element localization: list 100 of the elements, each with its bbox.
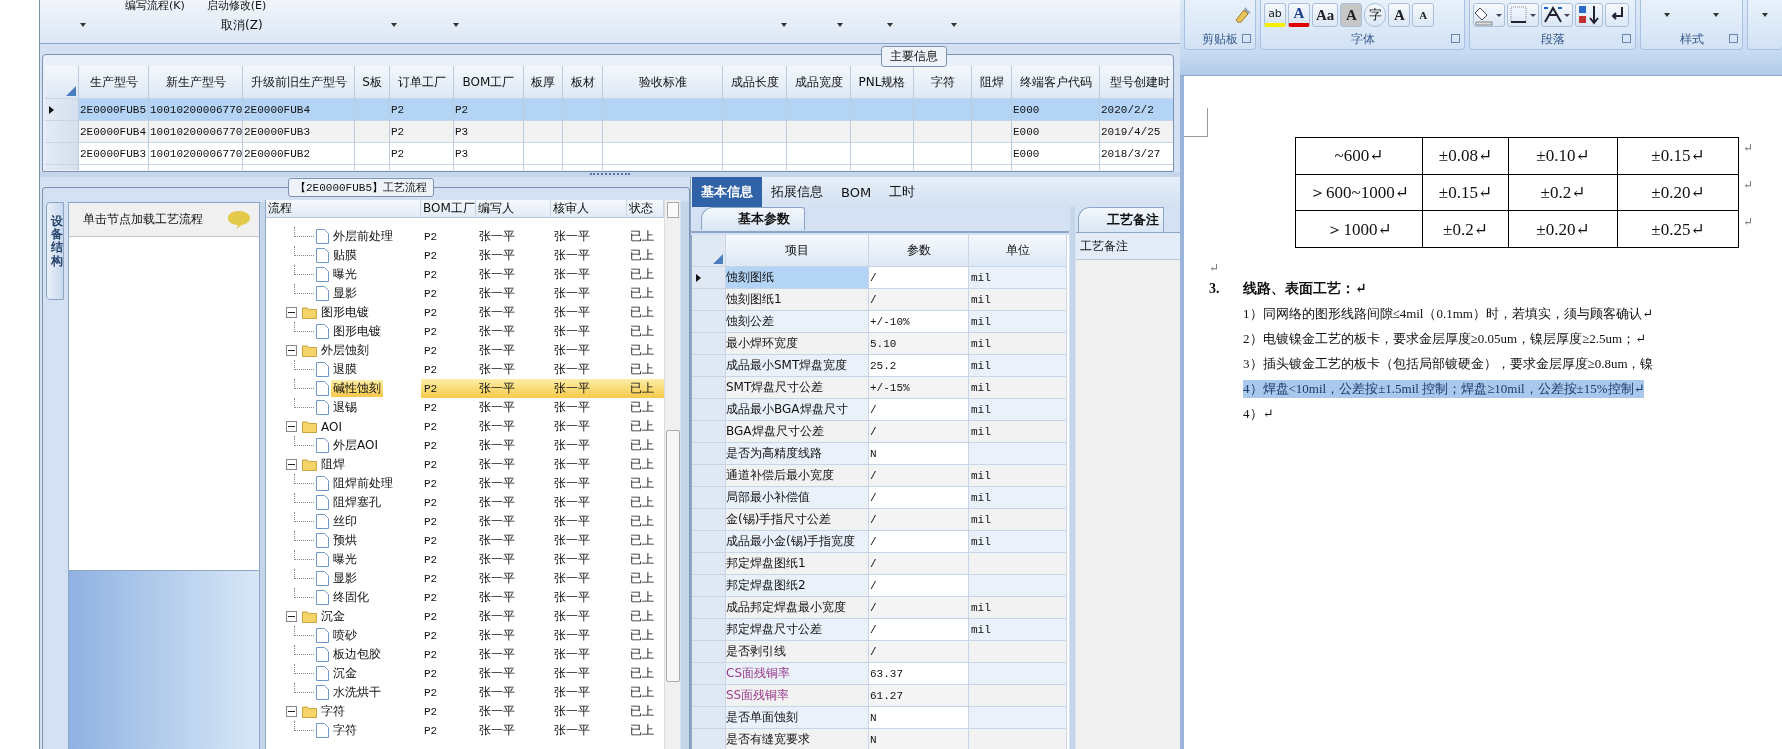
table-row[interactable]: 邦定焊盘图纸2 / xyxy=(692,575,1069,597)
column-header[interactable]: PNL规格 xyxy=(851,66,914,99)
caret-icon[interactable] xyxy=(1664,13,1671,17)
tab[interactable]: 拓展信息 xyxy=(762,177,832,207)
caret-icon[interactable] xyxy=(80,23,86,27)
table-row[interactable]: 邦定焊盘尺寸公差 / mil xyxy=(692,619,1069,641)
collapse-toggle[interactable] xyxy=(286,706,297,717)
panel-tab[interactable]: 基本参数 xyxy=(701,207,805,230)
tree-row[interactable]: 图形电镀 P2 张一平 张一平 已上 xyxy=(266,322,664,341)
table-row[interactable]: 蚀刻图纸1 / mil xyxy=(692,289,1069,311)
tree-row[interactable]: 板边包胶 P2 张一平 张一平 已上 xyxy=(266,645,664,664)
menu-item[interactable]: 启动修改(E) xyxy=(206,0,267,14)
column-header[interactable]: 流程 xyxy=(266,200,421,217)
table-row[interactable]: 邦定焊盘图纸1 / xyxy=(692,553,1069,575)
tree-row[interactable]: 退锡 P2 张一平 张一平 已上 xyxy=(266,398,664,417)
caret-icon[interactable] xyxy=(836,23,843,27)
table-row[interactable]: 是否为高精度线路 N xyxy=(692,443,1069,465)
column-header[interactable]: 型号创建时 xyxy=(1100,66,1173,99)
dialog-launcher-icon[interactable] xyxy=(1451,34,1460,43)
paragraph-mark-icon[interactable] xyxy=(1605,3,1629,27)
caret-icon[interactable] xyxy=(452,23,459,27)
collapse-toggle[interactable] xyxy=(286,421,297,432)
tree-row[interactable]: 外层蚀刻 P2 张一平 张一平 已上 xyxy=(266,341,664,360)
font-button[interactable]: A xyxy=(1340,3,1363,27)
tree-row[interactable]: 退膜 P2 张一平 张一平 已上 xyxy=(266,360,664,379)
table-row[interactable]: 2E0000FUB3 100102000067702E0000FUB2 P2 P3 E000 2018/3/27 xyxy=(45,143,1173,165)
caret-icon[interactable] xyxy=(950,23,957,27)
tree-row[interactable]: 水洗烘干 P2 张一平 张一平 已上 xyxy=(266,683,664,702)
tab[interactable]: 工时 xyxy=(880,177,925,207)
tree-row[interactable]: 字符 P2 张一平 张一平 已上 xyxy=(266,721,664,740)
column-header[interactable]: 单位 xyxy=(969,235,1067,267)
table-row[interactable]: 蚀刻公差 +/-10% mil xyxy=(692,311,1069,333)
font-button[interactable]: A xyxy=(1288,3,1310,27)
table-row[interactable]: 是否单面蚀刻 N xyxy=(692,707,1069,729)
tree-row[interactable]: 阻焊前处理 P2 张一平 张一平 已上 xyxy=(266,474,664,493)
shading-bucket-icon[interactable] xyxy=(1473,3,1505,27)
format-painter-icon[interactable] xyxy=(1234,6,1252,24)
tree-row[interactable]: 喷砂 P2 张一平 张一平 已上 xyxy=(266,626,664,645)
font-button[interactable]: 字 xyxy=(1364,3,1387,27)
dialog-launcher-icon[interactable] xyxy=(1242,34,1251,43)
column-header[interactable]: 板厚 xyxy=(524,66,563,99)
column-header[interactable]: 阻焊 xyxy=(972,66,1012,99)
tree-row[interactable]: 图形电镀 P2 张一平 张一平 已上 xyxy=(266,303,664,322)
dialog-launcher-icon[interactable] xyxy=(1622,34,1631,43)
tree-row[interactable]: 终固化 P2 张一平 张一平 已上 xyxy=(266,588,664,607)
table-row[interactable]: 是否有缝宽要求 N xyxy=(692,729,1069,749)
splitter-handle[interactable] xyxy=(40,172,1180,177)
tree-row[interactable]: AOI P2 张一平 张一平 已上 xyxy=(266,417,664,436)
table-row[interactable]: CS面残铜率 63.37 xyxy=(692,663,1069,685)
collapse-toggle[interactable] xyxy=(286,459,297,470)
table-row[interactable]: SS面残铜率 61.27 xyxy=(692,685,1069,707)
tree-row[interactable]: 显影 P2 张一平 张一平 已上 xyxy=(266,569,664,588)
dialog-launcher-icon[interactable] xyxy=(1729,34,1738,43)
table-row[interactable]: 金(锡)手指尺寸公差 / mil xyxy=(692,509,1069,531)
tree-row[interactable]: 字符 P2 张一平 张一平 已上 xyxy=(266,702,664,721)
column-header[interactable]: 生产型号 xyxy=(79,66,149,99)
font-button[interactable]: A xyxy=(1412,3,1435,27)
column-header[interactable]: 板材 xyxy=(563,66,603,99)
tree-row[interactable]: 外层AOI P2 张一平 张一平 已上 xyxy=(266,436,664,455)
tree-row[interactable]: 外层前处理 P2 张一平 张一平 已上 xyxy=(266,227,664,246)
collapse-toggle[interactable] xyxy=(286,307,297,318)
table-row[interactable]: BGA焊盘尺寸公差 / mil xyxy=(692,421,1069,443)
tree-row[interactable]: 显影 P2 张一平 张一平 已上 xyxy=(266,284,664,303)
column-header[interactable]: S板 xyxy=(355,66,390,99)
tab[interactable]: 基本信息 xyxy=(692,177,762,207)
font-button[interactable]: Aa xyxy=(1312,3,1339,27)
column-header[interactable]: 字符 xyxy=(914,66,972,99)
caret-icon[interactable] xyxy=(780,23,787,27)
column-header[interactable]: 终端客户代码 xyxy=(1012,66,1100,99)
splitter-handle[interactable] xyxy=(1070,207,1075,749)
table-row[interactable]: 局部最小补偿值 / mil xyxy=(692,487,1069,509)
column-header[interactable]: 成品长度 xyxy=(723,66,787,99)
tree-row[interactable]: 沉金 P2 张一平 张一平 已上 xyxy=(266,664,664,683)
sort-icon[interactable] xyxy=(1575,3,1603,27)
column-header[interactable]: 参数 xyxy=(869,235,969,267)
column-header[interactable]: BOM工厂 xyxy=(454,66,524,99)
column-header[interactable]: 升级前旧生产型号 xyxy=(243,66,355,99)
tree-row[interactable]: 丝印 P2 张一平 张一平 已上 xyxy=(266,512,664,531)
collapse-toggle[interactable] xyxy=(286,345,297,356)
table-row[interactable]: 成品最小金(锡)手指宽度 / mil xyxy=(692,531,1069,553)
table-row[interactable]: 通道补偿后最小宽度 / mil xyxy=(692,465,1069,487)
caret-icon[interactable] xyxy=(1712,13,1719,17)
column-header[interactable]: 订单工厂 xyxy=(390,66,454,99)
table-row[interactable]: SMT焊盘尺寸公差 +/-15% mil xyxy=(692,377,1069,399)
tree-row[interactable]: 阻焊塞孔 P2 张一平 张一平 已上 xyxy=(266,493,664,512)
tree-row[interactable]: 沉金 P2 张一平 张一平 已上 xyxy=(266,607,664,626)
side-tab[interactable]: 设备结构 xyxy=(46,202,64,300)
splitter-handle[interactable] xyxy=(681,202,689,749)
column-header[interactable]: BOM工厂 xyxy=(421,200,476,217)
font-button[interactable]: ab xyxy=(1264,3,1286,27)
table-row[interactable]: 最小焊环宽度 5.10 mil xyxy=(692,333,1069,355)
tree-row[interactable]: 阻焊 P2 张一平 张一平 已上 xyxy=(266,455,664,474)
column-header[interactable]: 验收标准 xyxy=(603,66,723,99)
tree-row[interactable]: 曝光 P2 张一平 张一平 已上 xyxy=(266,265,664,284)
table-row[interactable]: 成品邦定焊盘最小宽度 / mil xyxy=(692,597,1069,619)
table-row[interactable]: 蚀刻图纸 / mil xyxy=(692,267,1069,289)
tab[interactable]: BOM xyxy=(832,177,881,207)
column-header[interactable]: 项目 xyxy=(726,235,869,267)
tree-row[interactable]: 预烘 P2 张一平 张一平 已上 xyxy=(266,531,664,550)
scrollbar[interactable] xyxy=(664,200,680,749)
